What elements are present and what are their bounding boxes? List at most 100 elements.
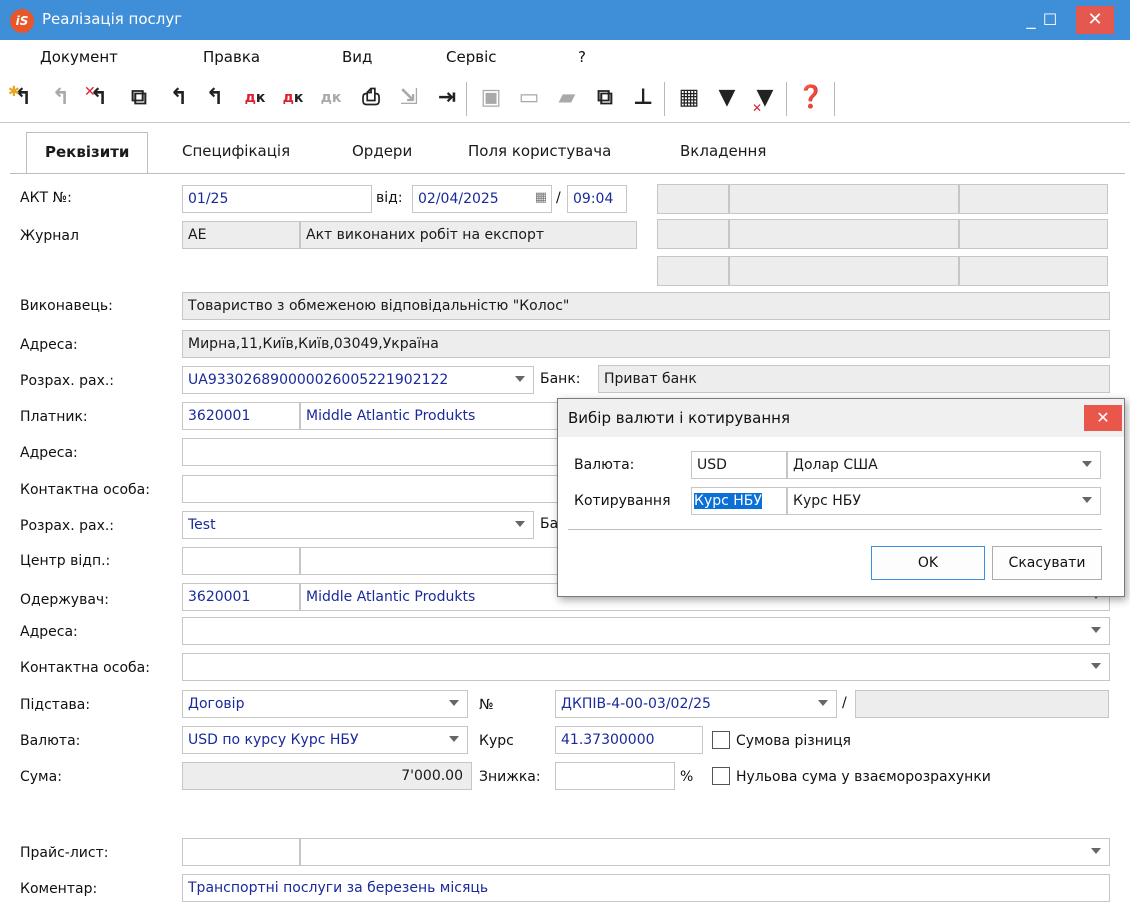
- rate-field[interactable]: 41.37300000: [555, 726, 703, 754]
- price-list-code-field[interactable]: [182, 838, 300, 866]
- dialog-quote-code-value: Курс НБУ: [694, 493, 762, 509]
- edit-document-icon[interactable]: ↰: [46, 82, 76, 114]
- dialog-currency-code-field[interactable]: USD: [691, 451, 787, 479]
- price-list-select[interactable]: [300, 838, 1110, 866]
- dialog-quote-code-field[interactable]: Курс НБУ: [691, 487, 787, 515]
- cancel-button[interactable]: Скасувати: [992, 546, 1102, 580]
- payer-address-field[interactable]: [182, 438, 560, 466]
- close-button[interactable]: ✕: [1076, 6, 1114, 34]
- maximize-button[interactable]: ☐: [1032, 6, 1068, 34]
- menu-help[interactable]: ?: [578, 48, 586, 66]
- chevron-down-icon: [1082, 497, 1092, 503]
- center-name-field[interactable]: [300, 547, 560, 575]
- exit-icon[interactable]: ⇥: [432, 82, 462, 114]
- payer-label: Платник:: [20, 409, 88, 425]
- calendar-icon[interactable]: ▦: [535, 190, 547, 205]
- menu-view[interactable]: Вид: [342, 48, 372, 66]
- chevron-down-icon: [1082, 461, 1092, 467]
- ok-button[interactable]: OK: [871, 546, 985, 580]
- payer-account-select[interactable]: Test: [182, 511, 534, 539]
- receiver-address-select[interactable]: [182, 617, 1110, 645]
- discount-field[interactable]: [555, 762, 675, 790]
- tab-specification[interactable]: Специфікація: [182, 142, 290, 160]
- folder-icon[interactable]: ▰: [552, 82, 582, 114]
- tab-orders[interactable]: Ордери: [352, 142, 412, 160]
- filter-icon[interactable]: ▼: [712, 82, 742, 114]
- executor-account-select[interactable]: UA933026890000026005221902122: [182, 366, 534, 394]
- debit-credit-alt-icon[interactable]: дк: [278, 82, 308, 114]
- dialog-quote-select[interactable]: Курс НБУ: [787, 487, 1101, 515]
- receiver-code-field[interactable]: 3620001: [182, 583, 300, 611]
- menu-document[interactable]: Документ: [40, 48, 118, 66]
- zero-sum-label: Нульова сума у взаєморозрахунки: [736, 769, 991, 785]
- rate-label: Курс: [479, 733, 514, 749]
- contract-number-value: ДКПІВ-4-00-03/02/25: [561, 696, 711, 712]
- debit-credit-disabled-icon[interactable]: дк: [316, 82, 346, 114]
- link-icon[interactable]: ⧉: [590, 82, 620, 114]
- sum-difference-checkbox[interactable]: [712, 731, 730, 749]
- debit-credit-icon[interactable]: дк: [240, 82, 270, 114]
- info-cell: [729, 184, 959, 214]
- tab-bar: Реквізити Специфікація Ордери Поля корис…: [0, 132, 1130, 174]
- print-icon[interactable]: ⎙: [356, 82, 386, 114]
- payer-account-label: Розрах. рах.:: [20, 518, 115, 534]
- dialog-separator: [568, 529, 1102, 530]
- currency-select[interactable]: USD по курсу Курс НБУ: [182, 726, 468, 754]
- tree-icon[interactable]: ⊥: [628, 82, 658, 114]
- receiver-label: Одержувач:: [20, 592, 109, 608]
- center-code-field[interactable]: [182, 547, 300, 575]
- dialog-currency-name: Долар США: [793, 457, 878, 473]
- save-icon[interactable]: ▣: [476, 82, 506, 114]
- payer-address-label: Адреса:: [20, 445, 78, 461]
- basis-select[interactable]: Договір: [182, 690, 468, 718]
- time-field[interactable]: 09:04: [567, 185, 627, 213]
- info-cell: [959, 219, 1108, 249]
- tab-user-fields[interactable]: Поля користувача: [468, 142, 611, 160]
- menu-service[interactable]: Сервіс: [446, 48, 496, 66]
- refresh-icon[interactable]: ↰: [164, 82, 194, 114]
- executor-account-value: UA933026890000026005221902122: [188, 372, 449, 388]
- clear-filter-icon[interactable]: ▼ ✕: [750, 82, 780, 115]
- zero-sum-checkbox[interactable]: [712, 767, 730, 785]
- tab-attachments[interactable]: Вкладення: [680, 142, 766, 160]
- chevron-down-icon: [1091, 663, 1101, 669]
- toolbar-separator: [786, 82, 787, 116]
- window-title: Реалізація послуг: [42, 10, 183, 28]
- dialog-close-button[interactable]: ✕: [1084, 405, 1122, 431]
- executor-address-label: Адреса:: [20, 337, 78, 353]
- currency-label: Валюта:: [20, 733, 81, 749]
- date-field[interactable]: 02/04/2025 ▦: [412, 185, 552, 213]
- comment-field[interactable]: Транспортні послуги за березень місяць: [182, 874, 1110, 902]
- payer-bank-label: Ба: [540, 516, 559, 532]
- executor-account-label: Розрах. рах.:: [20, 373, 115, 389]
- export-icon[interactable]: ⇲: [394, 82, 424, 114]
- new-document-icon[interactable]: ↰ ✱: [8, 82, 38, 114]
- copy-document-icon[interactable]: ⧉: [124, 82, 154, 114]
- help-icon[interactable]: ❓: [796, 82, 826, 114]
- contract-number-label: №: [479, 697, 494, 713]
- menu-bar: Документ Правка Вид Сервіс ?: [0, 45, 1130, 71]
- tab-requisites[interactable]: Реквізити: [26, 132, 149, 174]
- receiver-contact-label: Контактна особа:: [20, 660, 150, 676]
- app-logo-icon: iS: [10, 9, 34, 33]
- chevron-down-icon: [1091, 848, 1101, 854]
- info-cell: [729, 256, 959, 286]
- receiver-contact-select[interactable]: [182, 653, 1110, 681]
- sum-field: 7'000.00: [182, 762, 472, 790]
- contract-number-select[interactable]: ДКПІВ-4-00-03/02/25: [555, 690, 837, 718]
- dialog-currency-select[interactable]: Долар США: [787, 451, 1101, 479]
- payer-code-field[interactable]: 3620001: [182, 402, 300, 430]
- price-list-label: Прайс-лист:: [20, 845, 109, 861]
- menu-edit[interactable]: Правка: [203, 48, 260, 66]
- act-number-field[interactable]: 01/25: [182, 185, 372, 213]
- refresh-alt-icon[interactable]: ↰: [200, 82, 230, 114]
- payer-name-field[interactable]: Middle Atlantic Produkts: [300, 402, 560, 430]
- book-icon[interactable]: ▭: [514, 82, 544, 114]
- grid-icon[interactable]: ▦: [674, 82, 704, 114]
- delete-document-icon[interactable]: ↰ ✕: [84, 82, 114, 114]
- toolbar-divider: [0, 122, 1130, 123]
- executor-label: Виконавець:: [20, 298, 113, 314]
- payer-contact-field[interactable]: [182, 475, 560, 503]
- date-label: від:: [376, 190, 403, 206]
- journal-name-field: Акт виконаних робіт на експорт: [300, 221, 637, 249]
